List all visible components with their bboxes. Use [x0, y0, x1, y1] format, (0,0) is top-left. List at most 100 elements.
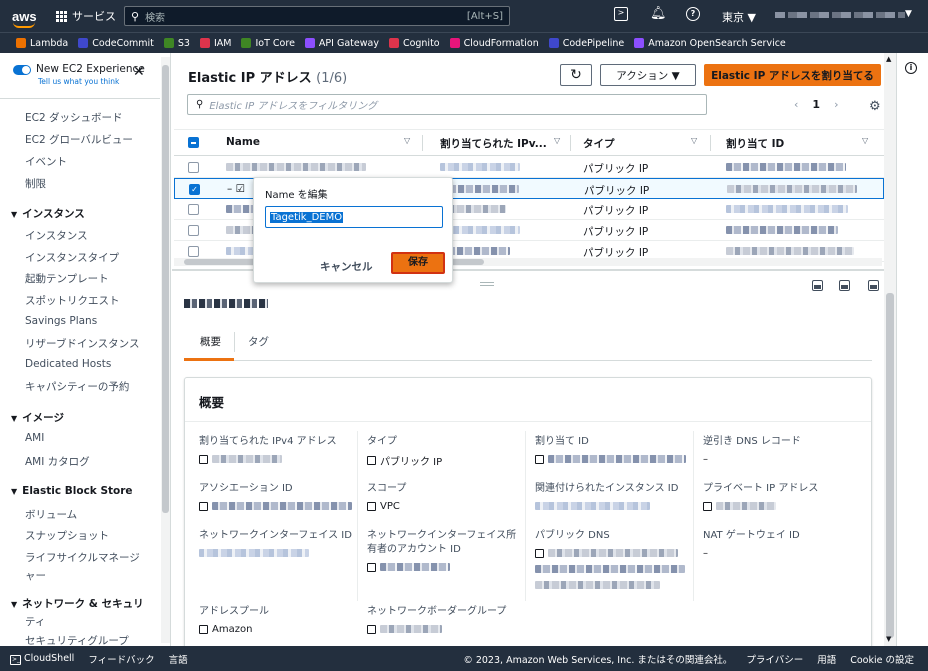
search-input[interactable]: ⚲ 検索 [Alt+S]: [124, 6, 510, 26]
sidebar-item-reserved[interactable]: リザーブドインスタンス: [25, 336, 139, 351]
copy-icon[interactable]: [367, 501, 376, 511]
save-button[interactable]: 保存: [391, 252, 445, 274]
row-checkbox[interactable]: [188, 246, 199, 257]
next-page-button[interactable]: ›: [834, 98, 838, 111]
region-selector[interactable]: 東京 ▼: [722, 9, 756, 25]
sidebar-section-network[interactable]: ネットワーク & セキュリ: [11, 596, 143, 611]
redacted-alloc-id[interactable]: [726, 226, 838, 234]
copy-icon[interactable]: [199, 624, 208, 634]
allocate-eip-button[interactable]: Elastic IP アドレスを割り当てる: [704, 64, 881, 86]
sidebar-section-ebs[interactable]: Elastic Block Store: [11, 485, 132, 497]
cloudshell-icon[interactable]: >: [614, 7, 628, 21]
favorite-item[interactable]: Amazon OpenSearch Service: [634, 38, 786, 49]
main-vertical-scrollbar[interactable]: ▲ ▼: [884, 53, 896, 646]
redacted-value[interactable]: [199, 549, 309, 557]
redacted-alloc-id[interactable]: [726, 163, 846, 171]
redacted-value[interactable]: [535, 502, 650, 510]
sidebar-item-lifecycle[interactable]: ライフサイクルマネージ ャー: [25, 550, 140, 583]
sidebar-item-snapshots[interactable]: スナップショット: [25, 528, 109, 543]
tab-overview[interactable]: 概要: [200, 334, 221, 349]
favorite-item[interactable]: IAM: [199, 38, 231, 49]
copy-icon[interactable]: [199, 501, 208, 511]
cookie-settings-link[interactable]: Cookie の設定: [850, 652, 914, 666]
account-dropdown-icon[interactable]: ▼: [905, 9, 912, 19]
favorite-item[interactable]: S3: [163, 38, 190, 49]
cancel-button[interactable]: キャンセル: [320, 259, 373, 274]
col-ipv4[interactable]: 割り当てられた IPv... ▽: [440, 136, 560, 151]
sidebar-item-events[interactable]: イベント: [25, 154, 67, 169]
drag-handle[interactable]: [480, 282, 494, 286]
sidebar-item-global-view[interactable]: EC2 グローバルビュー: [25, 132, 133, 147]
scroll-up-icon[interactable]: ▲: [886, 55, 891, 63]
gear-icon[interactable]: ⚙: [869, 99, 881, 114]
tab-tags[interactable]: タグ: [248, 334, 269, 349]
sidebar-item-instances[interactable]: インスタンス: [25, 228, 88, 243]
sidebar-item-savings-plans[interactable]: Savings Plans: [25, 315, 97, 327]
favorite-item[interactable]: IoT Core: [241, 38, 295, 49]
sidebar-item-spot-requests[interactable]: スポットリクエスト: [25, 293, 120, 308]
filter-input[interactable]: ⚲ Elastic IP アドレスをフィルタリング: [187, 94, 707, 115]
copy-icon[interactable]: [367, 624, 376, 634]
refresh-button[interactable]: ↻: [560, 64, 592, 86]
name-input[interactable]: Tagetik_DEMO: [265, 206, 443, 228]
new-experience-toggle[interactable]: [13, 65, 31, 75]
sidebar-item-ami-catalog[interactable]: AMI カタログ: [25, 454, 90, 469]
cloudshell-link[interactable]: >_ CloudShell: [10, 653, 74, 665]
favorite-item[interactable]: CodeCommit: [78, 38, 154, 49]
favorite-item[interactable]: Cognito: [388, 38, 440, 49]
feedback-link[interactable]: Tell us what you think: [38, 77, 119, 86]
sidebar-section-instances[interactable]: インスタンス: [11, 206, 85, 221]
copy-icon[interactable]: [535, 548, 544, 558]
sidebar-item-volumes[interactable]: ボリューム: [25, 507, 77, 522]
sidebar-item-capacity[interactable]: キャパシティーの予約: [25, 379, 129, 394]
sidebar-item-limits[interactable]: 制限: [25, 176, 46, 191]
split-bottom-icon[interactable]: [812, 280, 823, 291]
favorite-item[interactable]: CodePipeline: [548, 38, 624, 49]
split-full-icon[interactable]: [868, 280, 879, 291]
split-side-icon[interactable]: [839, 280, 850, 291]
redacted-alloc-id[interactable]: [727, 185, 857, 193]
table-row[interactable]: パブリック IP: [174, 157, 884, 178]
col-alloc-id[interactable]: 割り当て ID ▽: [726, 136, 868, 151]
copy-icon[interactable]: [199, 454, 208, 464]
info-icon[interactable]: i: [905, 62, 917, 74]
feedback-link[interactable]: フィードバック: [88, 652, 154, 666]
aws-logo[interactable]: aws: [12, 9, 48, 28]
copy-icon[interactable]: [367, 562, 376, 572]
copy-icon[interactable]: [367, 456, 376, 465]
sidebar-item-instance-types[interactable]: インスタンスタイプ: [25, 250, 119, 265]
actions-button[interactable]: アクション ▼: [600, 64, 696, 86]
bell-icon[interactable]: 🔔︎: [650, 7, 667, 21]
sidebar-item-dashboard[interactable]: EC2 ダッシュボード: [25, 110, 122, 125]
prev-page-button[interactable]: ‹: [794, 98, 798, 111]
favorite-item[interactable]: Lambda: [16, 38, 68, 49]
scroll-down-icon[interactable]: ▼: [886, 635, 891, 643]
row-checkbox[interactable]: [188, 204, 199, 215]
sidebar-item-ami[interactable]: AMI: [25, 432, 44, 444]
sidebar-item-launch-templates[interactable]: 起動テンプレート: [25, 271, 109, 286]
copy-icon[interactable]: [703, 501, 712, 511]
sidebar-item-dedicated-hosts[interactable]: Dedicated Hosts: [25, 358, 111, 370]
favorite-item[interactable]: API Gateway: [304, 38, 379, 49]
redacted-alloc-id[interactable]: [726, 247, 854, 255]
row-checkbox[interactable]: ✓: [189, 184, 200, 195]
sidebar-section-images[interactable]: イメージ: [11, 410, 64, 425]
sidebar-scrollbar[interactable]: [161, 57, 170, 643]
copy-icon[interactable]: [535, 454, 544, 464]
account-menu[interactable]: [775, 12, 905, 18]
close-icon[interactable]: ✕: [133, 64, 145, 80]
privacy-link[interactable]: プライバシー: [746, 652, 803, 666]
redacted-alloc-id[interactable]: [726, 205, 848, 213]
col-type[interactable]: タイプ ▽: [583, 136, 697, 151]
language-link[interactable]: 言語: [169, 652, 188, 666]
favorite-item[interactable]: CloudFormation: [449, 38, 539, 49]
help-icon[interactable]: ?: [686, 7, 700, 21]
page-number[interactable]: 1: [812, 98, 820, 111]
row-checkbox[interactable]: [188, 225, 199, 236]
select-all-checkbox[interactable]: [188, 137, 199, 148]
edit-name-icon[interactable]: – ☑: [227, 183, 245, 195]
row-checkbox[interactable]: [188, 162, 199, 173]
services-menu[interactable]: サービス: [56, 8, 116, 24]
col-name[interactable]: Name ▽: [226, 136, 410, 148]
terms-link[interactable]: 用語: [817, 652, 836, 666]
